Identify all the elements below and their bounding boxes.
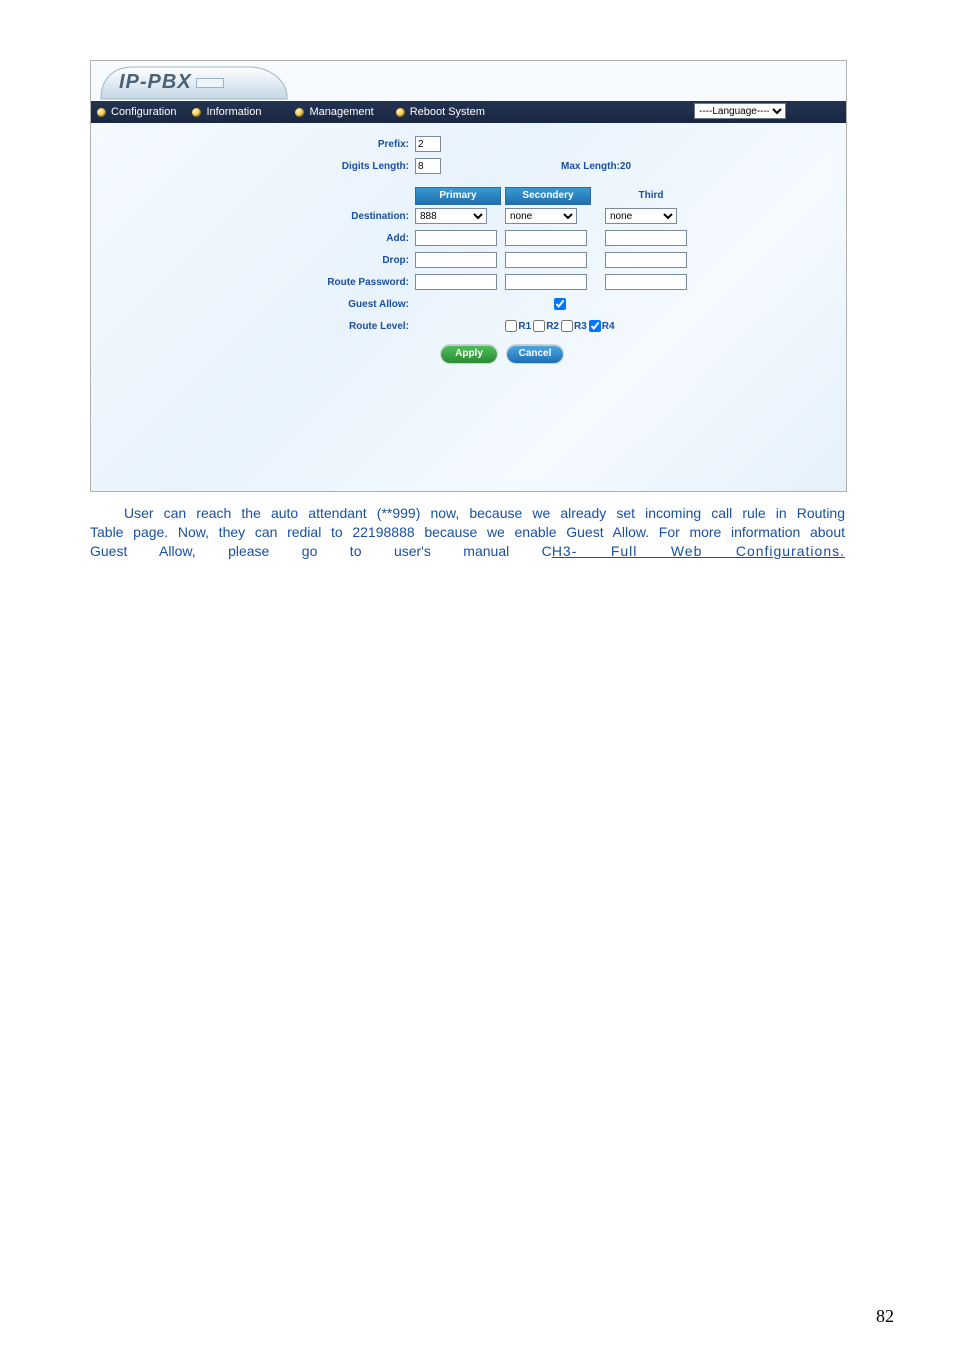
route-password-third-input[interactable]	[605, 274, 687, 290]
destination-third-select[interactable]: none	[605, 208, 677, 224]
add-third-input[interactable]	[605, 230, 687, 246]
caption-line-3a: Guest Allow, please go to user's manual …	[90, 543, 552, 559]
caption-line-1: User can reach the auto attendant (**999…	[90, 504, 845, 523]
bullet-icon	[97, 108, 106, 117]
destination-primary-select[interactable]: 888	[415, 208, 487, 224]
max-length-label: Max Length:20	[561, 161, 631, 172]
prefix-label: Prefix:	[291, 139, 415, 150]
drop-label: Drop:	[291, 255, 415, 266]
header-third: Third	[609, 188, 693, 204]
bullet-icon	[295, 108, 304, 117]
route-level-r1[interactable]: R1	[505, 320, 531, 332]
menu-reboot-system[interactable]: Reboot System	[390, 101, 495, 123]
app-window: IP-PBX Configuration Information Manage	[90, 60, 847, 492]
menu-label: Reboot System	[410, 106, 485, 118]
brand-decoration-icon	[196, 78, 224, 88]
route-level-r4[interactable]: R4	[589, 320, 615, 332]
route-password-label: Route Password:	[291, 277, 415, 288]
prefix-input[interactable]	[415, 136, 441, 152]
drop-secondary-input[interactable]	[505, 252, 587, 268]
r1-checkbox[interactable]	[505, 320, 517, 332]
route-level-group: R1 R2 R3 R4	[415, 320, 705, 332]
destination-secondary-select[interactable]: none	[505, 208, 577, 224]
route-level-r2[interactable]: R2	[533, 320, 559, 332]
r4-checkbox[interactable]	[589, 320, 601, 332]
content-panel: Prefix: Digits Length: Max Length:20 Pri…	[91, 123, 846, 491]
route-password-secondary-input[interactable]	[505, 274, 587, 290]
menu-information[interactable]: Information	[186, 101, 271, 123]
add-primary-input[interactable]	[415, 230, 497, 246]
brand-title: IP-PBX	[119, 71, 224, 94]
caption-line-3: Guest Allow, please go to user's manual …	[90, 542, 845, 561]
bullet-icon	[396, 108, 405, 117]
column-headers: Primary Secondery Third	[291, 187, 731, 205]
apply-button[interactable]: Apply	[441, 345, 497, 363]
drop-primary-input[interactable]	[415, 252, 497, 268]
guest-allow-label: Guest Allow:	[291, 299, 415, 310]
route-level-r3[interactable]: R3	[561, 320, 587, 332]
top-menu-items: Configuration Information Management Reb…	[91, 101, 495, 123]
r3-checkbox[interactable]	[561, 320, 573, 332]
form-buttons: Apply Cancel	[291, 345, 731, 363]
cancel-button[interactable]: Cancel	[507, 345, 563, 363]
digits-length-input[interactable]	[415, 158, 441, 174]
r2-checkbox[interactable]	[533, 320, 545, 332]
route-level-label: Route Level:	[291, 321, 415, 332]
top-menu-bar: Configuration Information Management Reb…	[91, 101, 846, 123]
language-select[interactable]: ----Language----	[694, 103, 786, 119]
manual-link[interactable]: H3- Full Web Configurations.	[552, 543, 845, 559]
destination-label: Destination:	[291, 211, 415, 222]
caption-line-2: Table page. Now, they can redial to 2219…	[90, 523, 845, 542]
digits-length-label: Digits Length:	[291, 161, 415, 172]
menu-label: Information	[206, 106, 261, 118]
route-password-primary-input[interactable]	[415, 274, 497, 290]
drop-third-input[interactable]	[605, 252, 687, 268]
header-primary: Primary	[415, 187, 501, 205]
add-label: Add:	[291, 233, 415, 244]
brand-text: IP-PBX	[119, 71, 192, 93]
menu-label: Management	[309, 106, 373, 118]
bullet-icon	[192, 108, 201, 117]
guest-allow-checkbox[interactable]	[554, 298, 566, 310]
menu-management[interactable]: Management	[289, 101, 383, 123]
page-number: 82	[876, 1306, 894, 1327]
routing-form: Prefix: Digits Length: Max Length:20 Pri…	[291, 133, 731, 363]
menu-configuration[interactable]: Configuration	[91, 101, 186, 123]
caption-paragraph: User can reach the auto attendant (**999…	[90, 504, 845, 561]
add-secondary-input[interactable]	[505, 230, 587, 246]
header-secondary: Secondery	[505, 187, 591, 205]
menu-label: Configuration	[111, 106, 176, 118]
